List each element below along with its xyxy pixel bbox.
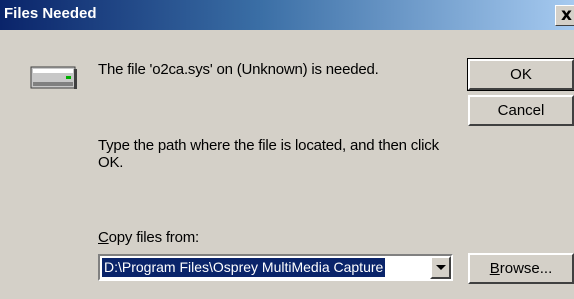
file-needed-message: The file 'o2ca.sys' on (Unknown) is need… [98, 61, 379, 78]
browse-accel: B [489, 260, 500, 277]
cancel-button[interactable]: Cancel [468, 95, 574, 126]
browse-button[interactable]: Browse... [468, 253, 574, 284]
copy-from-combobox[interactable]: D:\Program Files\Osprey MultiMedia Captu… [98, 254, 453, 281]
instruction-message: Type the path where the file is located,… [98, 137, 439, 171]
chevron-down-icon[interactable] [430, 256, 451, 279]
close-icon: x [561, 5, 572, 25]
window-title: Files Needed [4, 5, 97, 22]
copy-label-accel: C [98, 229, 109, 246]
copy-label-rest: opy files from: [108, 229, 200, 246]
files-needed-dialog: Files Needed x The file 'o2ca.sys' on (U… [0, 0, 574, 299]
title-bar: Files Needed x [0, 0, 574, 30]
ok-button[interactable]: OK [467, 58, 574, 91]
close-button[interactable]: x [555, 5, 574, 26]
browse-label-rest: rowse... [499, 260, 553, 277]
copy-from-value[interactable]: D:\Program Files\Osprey MultiMedia Captu… [102, 258, 386, 277]
drive-icon [30, 66, 77, 89]
copy-files-from-label: Copy files from: [98, 229, 199, 246]
